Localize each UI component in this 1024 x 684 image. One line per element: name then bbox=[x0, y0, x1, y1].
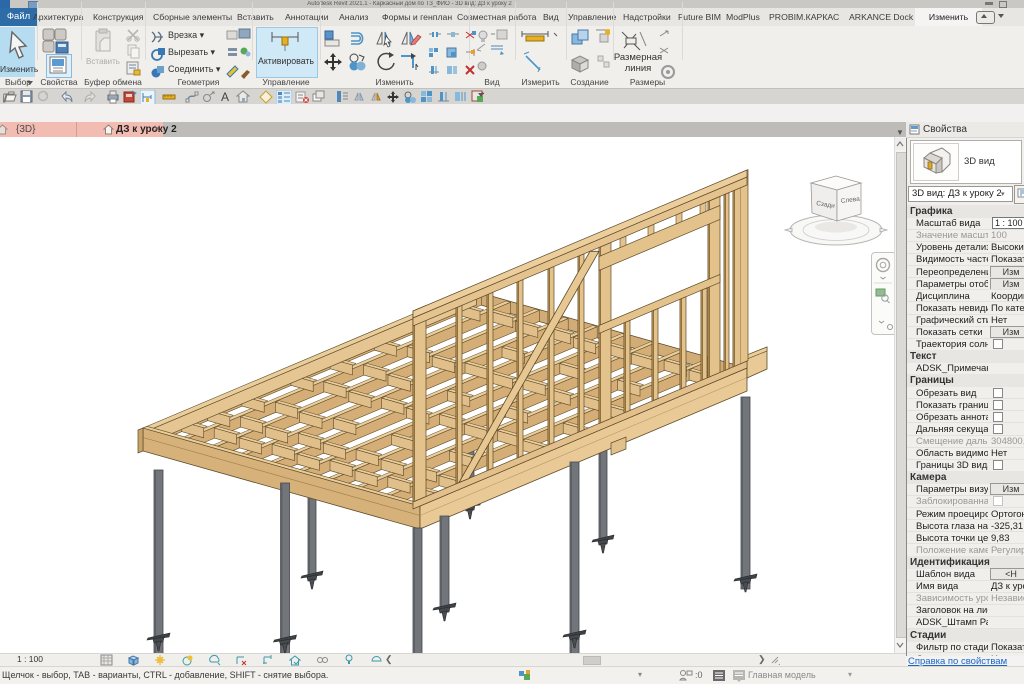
svg-text:A: A bbox=[221, 90, 229, 104]
